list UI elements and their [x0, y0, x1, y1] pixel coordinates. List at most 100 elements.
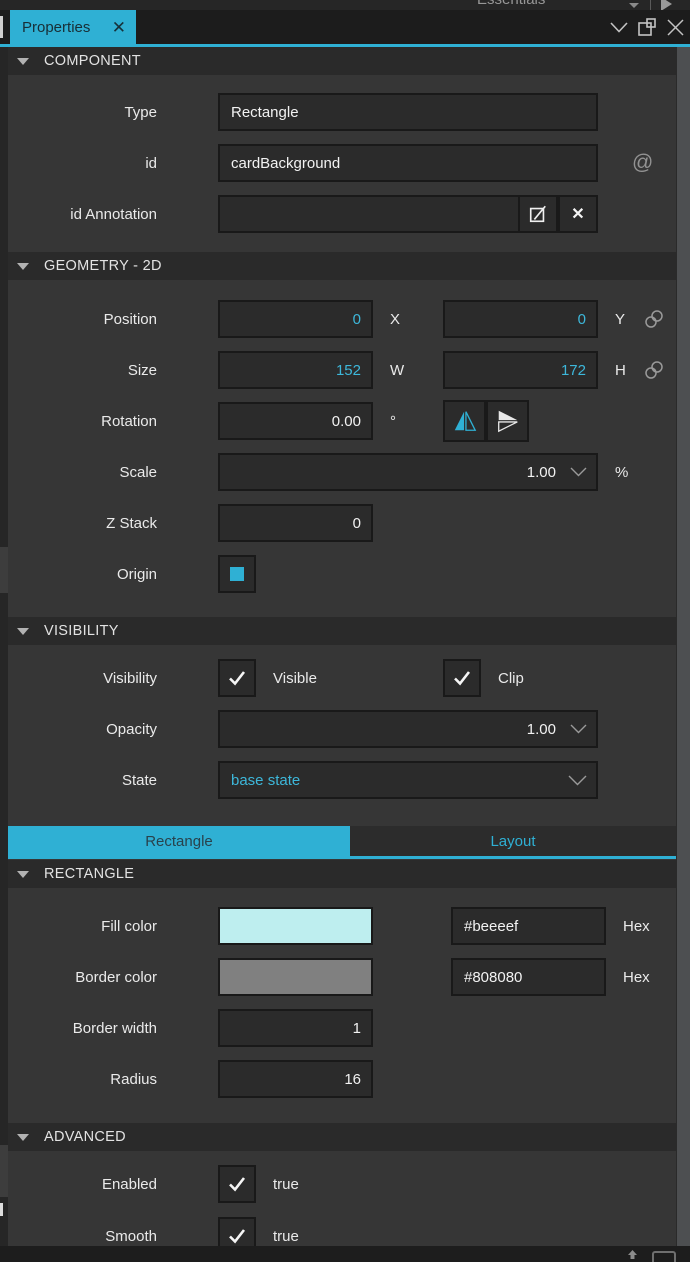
- row-origin: Origin: [8, 555, 676, 593]
- top-toolbar: Essentials: [0, 0, 690, 10]
- size-width-input[interactable]: 152: [218, 351, 373, 389]
- degree-suffix: °: [373, 413, 443, 430]
- id-input[interactable]: cardBackground: [218, 144, 598, 182]
- hex-suffix: Hex: [606, 918, 650, 935]
- clip-checkbox[interactable]: [443, 659, 481, 697]
- remove-annotation-button[interactable]: ✕: [558, 195, 598, 233]
- chevron-down-icon[interactable]: [570, 467, 587, 477]
- opacity-input[interactable]: 1.00: [218, 710, 598, 748]
- left-edge-sliver: [0, 16, 3, 38]
- position-y-input[interactable]: 0: [443, 300, 598, 338]
- check-icon: [227, 1175, 247, 1193]
- section-header-rectangle[interactable]: RECTANGLE: [8, 860, 676, 888]
- z-stack-input[interactable]: 0: [218, 504, 373, 542]
- undock-panel-icon[interactable]: [638, 18, 657, 37]
- edit-annotation-button[interactable]: [518, 195, 558, 233]
- flip-vertical-button[interactable]: [486, 400, 529, 442]
- fill-color-label: Fill color: [8, 918, 218, 935]
- type-input[interactable]: Rectangle: [218, 93, 598, 131]
- collapse-triangle-icon[interactable]: [17, 263, 29, 270]
- state-dropdown[interactable]: base state: [218, 761, 598, 799]
- origin-selector-button[interactable]: [218, 555, 256, 593]
- flip-vertical-icon: [495, 408, 521, 434]
- check-icon: [227, 1227, 247, 1245]
- export-alias-icon[interactable]: @: [632, 151, 653, 175]
- kit-selector[interactable]: Essentials: [477, 0, 545, 8]
- border-width-label: Border width: [8, 1020, 218, 1037]
- link-position-icon[interactable]: [643, 308, 665, 330]
- chevron-down-icon[interactable]: [610, 22, 628, 33]
- vertical-scrollbar[interactable]: [676, 47, 690, 1246]
- enabled-checkbox[interactable]: [218, 1165, 256, 1203]
- section-title: GEOMETRY - 2D: [44, 258, 162, 274]
- row-scale: Scale 1.00 %: [8, 453, 676, 491]
- hex-suffix: Hex: [606, 969, 650, 986]
- position-x-input[interactable]: 0: [218, 300, 373, 338]
- flip-horizontal-button[interactable]: [443, 400, 486, 442]
- close-icon: ✕: [571, 204, 584, 224]
- border-color-swatch[interactable]: [218, 958, 373, 996]
- tabs-accent-underline: [8, 856, 676, 859]
- row-type: Type Rectangle: [8, 93, 676, 131]
- row-fill-color: Fill color #beeeef Hex: [8, 907, 676, 945]
- fill-color-swatch[interactable]: [218, 907, 373, 945]
- left-splitter-rail[interactable]: [0, 47, 8, 1246]
- scale-input[interactable]: 1.00: [218, 453, 598, 491]
- status-icon-2[interactable]: [652, 1251, 676, 1262]
- section-header-component[interactable]: COMPONENT: [8, 47, 676, 75]
- smooth-label: Smooth: [8, 1228, 218, 1245]
- properties-content: COMPONENT Type Rectangle id cardBackgrou…: [8, 47, 676, 1246]
- row-smooth: Smooth true: [8, 1217, 676, 1246]
- section-header-visibility[interactable]: VISIBILITY: [8, 617, 676, 645]
- visible-checkbox[interactable]: [218, 659, 256, 697]
- section-title: ADVANCED: [44, 1129, 126, 1145]
- run-icon[interactable]: [661, 0, 672, 10]
- origin-label: Origin: [8, 566, 218, 583]
- id-annotation-label: id Annotation: [8, 206, 218, 223]
- collapse-triangle-icon[interactable]: [17, 628, 29, 635]
- link-size-icon[interactable]: [643, 359, 665, 381]
- x-suffix: X: [373, 311, 443, 328]
- tab-properties[interactable]: Properties ✕: [10, 10, 136, 44]
- radius-input[interactable]: 16: [218, 1060, 373, 1098]
- close-panel-icon[interactable]: [667, 19, 684, 36]
- properties-panel: Essentials Properties ✕: [0, 0, 690, 1262]
- smooth-checkbox[interactable]: [218, 1217, 256, 1246]
- border-width-input[interactable]: 1: [218, 1009, 373, 1047]
- tab-rectangle[interactable]: Rectangle: [8, 826, 350, 856]
- visible-checkbox-label: Visible: [273, 670, 317, 687]
- h-suffix: H: [598, 362, 642, 379]
- rotation-input[interactable]: 0.00: [218, 402, 373, 440]
- status-icon-1[interactable]: [628, 1250, 637, 1259]
- row-id-annotation: id Annotation ✕: [8, 195, 676, 233]
- collapse-triangle-icon[interactable]: [17, 871, 29, 878]
- section-header-advanced[interactable]: ADVANCED: [8, 1123, 676, 1151]
- fill-hex-input[interactable]: #beeeef: [451, 907, 606, 945]
- smooth-value: true: [273, 1228, 299, 1245]
- collapse-triangle-icon[interactable]: [17, 58, 29, 65]
- tab-close-icon[interactable]: ✕: [112, 19, 126, 36]
- section-title: RECTANGLE: [44, 866, 134, 882]
- panel-tab-bar: Properties ✕: [0, 10, 690, 44]
- chevron-down-icon[interactable]: [570, 724, 587, 734]
- collapse-triangle-icon[interactable]: [17, 1134, 29, 1141]
- clip-checkbox-label: Clip: [498, 670, 524, 687]
- flip-horizontal-icon: [452, 408, 478, 434]
- border-hex-input[interactable]: #808080: [451, 958, 606, 996]
- origin-center-indicator: [230, 567, 244, 581]
- w-suffix: W: [373, 362, 443, 379]
- opacity-label: Opacity: [8, 721, 218, 738]
- row-border-width: Border width 1: [8, 1009, 676, 1047]
- bottom-status-bar: [0, 1246, 690, 1262]
- section-header-geometry[interactable]: GEOMETRY - 2D: [8, 252, 676, 280]
- id-label: id: [8, 155, 218, 172]
- size-height-input[interactable]: 172: [443, 351, 598, 389]
- tab-layout[interactable]: Layout: [350, 826, 676, 856]
- visibility-label: Visibility: [8, 670, 218, 687]
- row-id: id cardBackground @: [8, 144, 676, 182]
- kit-selector-caret-icon[interactable]: [629, 3, 639, 8]
- check-icon: [452, 669, 472, 687]
- row-rotation: Rotation 0.00 °: [8, 402, 676, 440]
- z-stack-label: Z Stack: [8, 515, 218, 532]
- size-label: Size: [8, 362, 218, 379]
